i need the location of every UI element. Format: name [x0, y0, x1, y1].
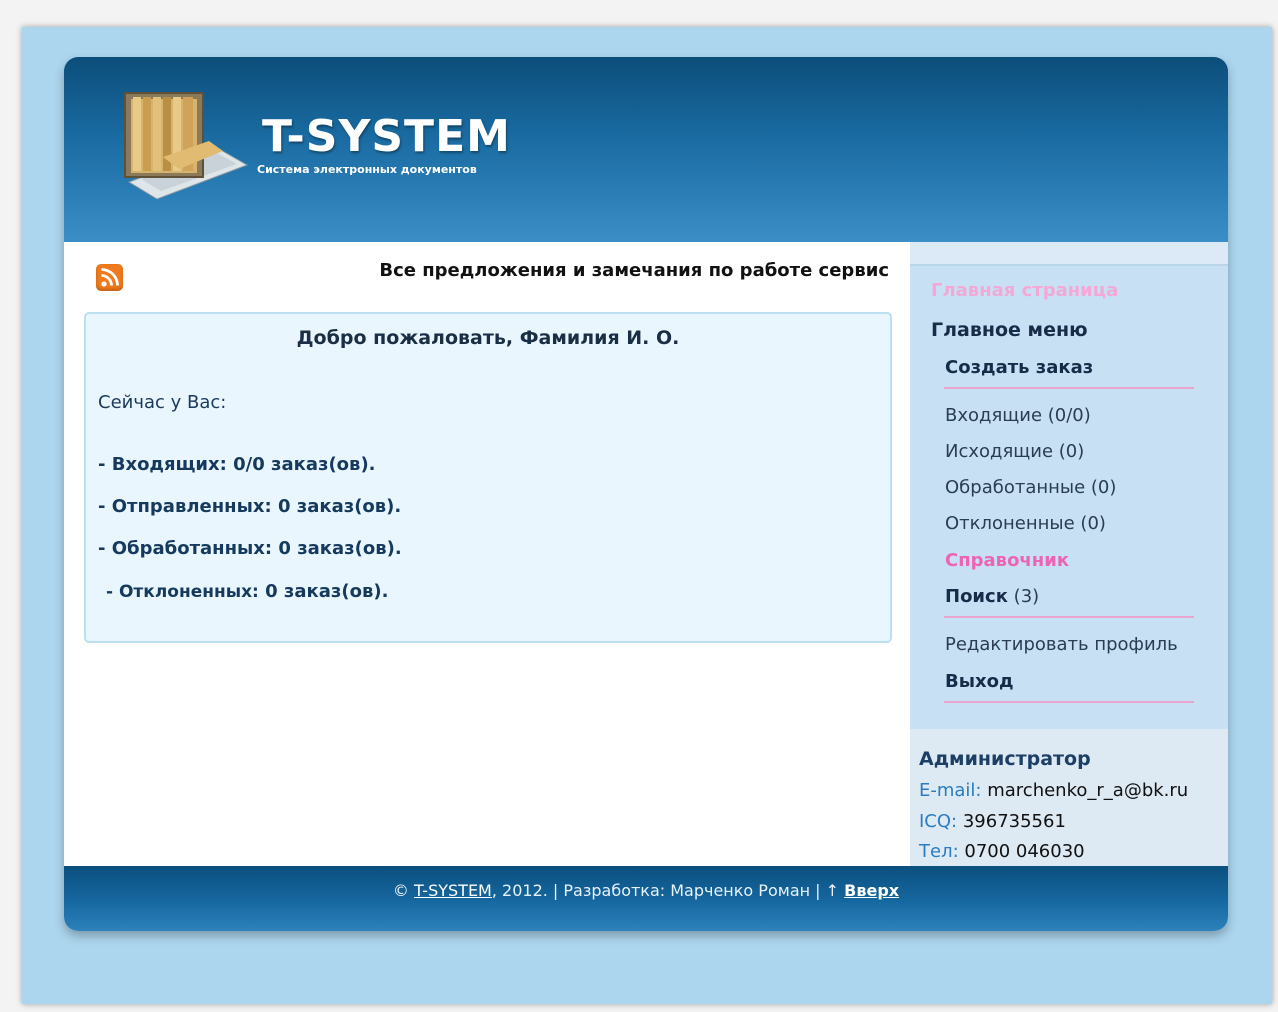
brand-tagline: Система электронных документов: [257, 163, 477, 176]
phone-value: 0700 046030: [964, 841, 1085, 862]
main-content: Все предложения и замечания по работе се…: [64, 242, 910, 866]
stat-value: 0 заказ(ов).: [278, 538, 402, 559]
stat-value: 0 заказ(ов).: [277, 496, 402, 517]
rss-icon[interactable]: [96, 264, 123, 291]
icq-label: ICQ:: [919, 811, 958, 832]
sidebar-item-edit-profile[interactable]: Редактировать профиль: [945, 634, 1178, 655]
icq-value: 396735561: [962, 811, 1066, 832]
sidebar-menu: Главная страница Главное меню Создать за…: [910, 266, 1228, 729]
sidebar-top-strip: [910, 242, 1228, 266]
sidebar-item-rejected[interactable]: Отклоненные (0): [945, 513, 1106, 534]
footer-credits: , 2012. | Разработка: Марченко Роман | ↑: [491, 881, 840, 900]
sidebar-item-directory[interactable]: Справочник: [945, 550, 1069, 571]
footer-brand-link[interactable]: T-SYSTEM: [414, 881, 492, 900]
sidebar-item-logout[interactable]: Выход: [945, 671, 1014, 692]
sidebar-item-outgoing[interactable]: Исходящие (0): [945, 441, 1084, 462]
search-label: Поиск: [945, 586, 1008, 607]
site-container: T-SYSTEM Система электронных документов …: [64, 57, 1228, 931]
admin-email: E-mail: marchenko_r_a@bk.ru: [919, 780, 1188, 801]
copyright-symbol: ©: [392, 881, 409, 900]
email-label: E-mail:: [919, 780, 982, 801]
phone-label: Тел:: [919, 841, 959, 862]
back-to-top-link[interactable]: Вверх: [844, 881, 899, 900]
admin-contact-panel: Администратор E-mail: marchenko_r_a@bk.r…: [910, 729, 1228, 866]
announcement-marquee: Все предложения и замечания по работе се…: [379, 260, 889, 281]
stat-value: 0/0 заказ(ов).: [233, 454, 376, 475]
stat-label: - Обработанных:: [98, 538, 273, 559]
admin-phone: Тел: 0700 046030: [919, 841, 1085, 862]
site-footer: © T-SYSTEM, 2012. | Разработка: Марченко…: [64, 866, 1228, 931]
sidebar: Главная страница Главное меню Создать за…: [910, 242, 1228, 866]
welcome-title: Добро пожаловать, Фамилия И. О.: [296, 327, 680, 349]
footer-text: © T-SYSTEM, 2012. | Разработка: Марченко…: [64, 881, 1228, 900]
stat-rejected: - Отклоненных: 0 заказ(ов).: [106, 581, 388, 602]
stat-label: - Отклоненных:: [106, 582, 259, 602]
stat-value: 0 заказ(ов).: [265, 581, 389, 602]
sidebar-item-processed[interactable]: Обработанные (0): [945, 477, 1116, 498]
stat-processed: - Обработанных: 0 заказ(ов).: [98, 538, 402, 559]
sidebar-divider: [944, 387, 1194, 389]
sidebar-item-create-order[interactable]: Создать заказ: [945, 357, 1093, 378]
sidebar-main-menu-heading: Главное меню: [931, 319, 1088, 341]
email-value[interactable]: marchenko_r_a@bk.ru: [987, 780, 1188, 801]
sidebar-item-incoming[interactable]: Входящие (0/0): [945, 405, 1091, 426]
admin-title: Администратор: [919, 748, 1091, 770]
brand-title: T-SYSTEM: [262, 111, 511, 162]
rss-glyph-icon: [101, 268, 119, 287]
site-header: T-SYSTEM Система электронных документов: [64, 57, 1228, 242]
search-count: (3): [1013, 586, 1040, 607]
sidebar-divider: [944, 616, 1194, 618]
sidebar-item-home[interactable]: Главная страница: [931, 280, 1118, 301]
stat-incoming: - Входящих: 0/0 заказ(ов).: [98, 454, 376, 475]
status-intro: Сейчас у Вас:: [98, 392, 227, 413]
sidebar-divider: [944, 701, 1194, 703]
stat-label: - Отправленных:: [98, 496, 272, 517]
stat-label: - Входящих:: [98, 454, 227, 475]
stat-sent: - Отправленных: 0 заказ(ов).: [98, 496, 401, 517]
sidebar-item-search[interactable]: Поиск (3): [945, 586, 1039, 607]
admin-icq: ICQ: 396735561: [919, 811, 1066, 832]
documents-laptop-icon: [124, 92, 249, 200]
welcome-panel: Добро пожаловать, Фамилия И. О. Сейчас у…: [84, 312, 892, 643]
